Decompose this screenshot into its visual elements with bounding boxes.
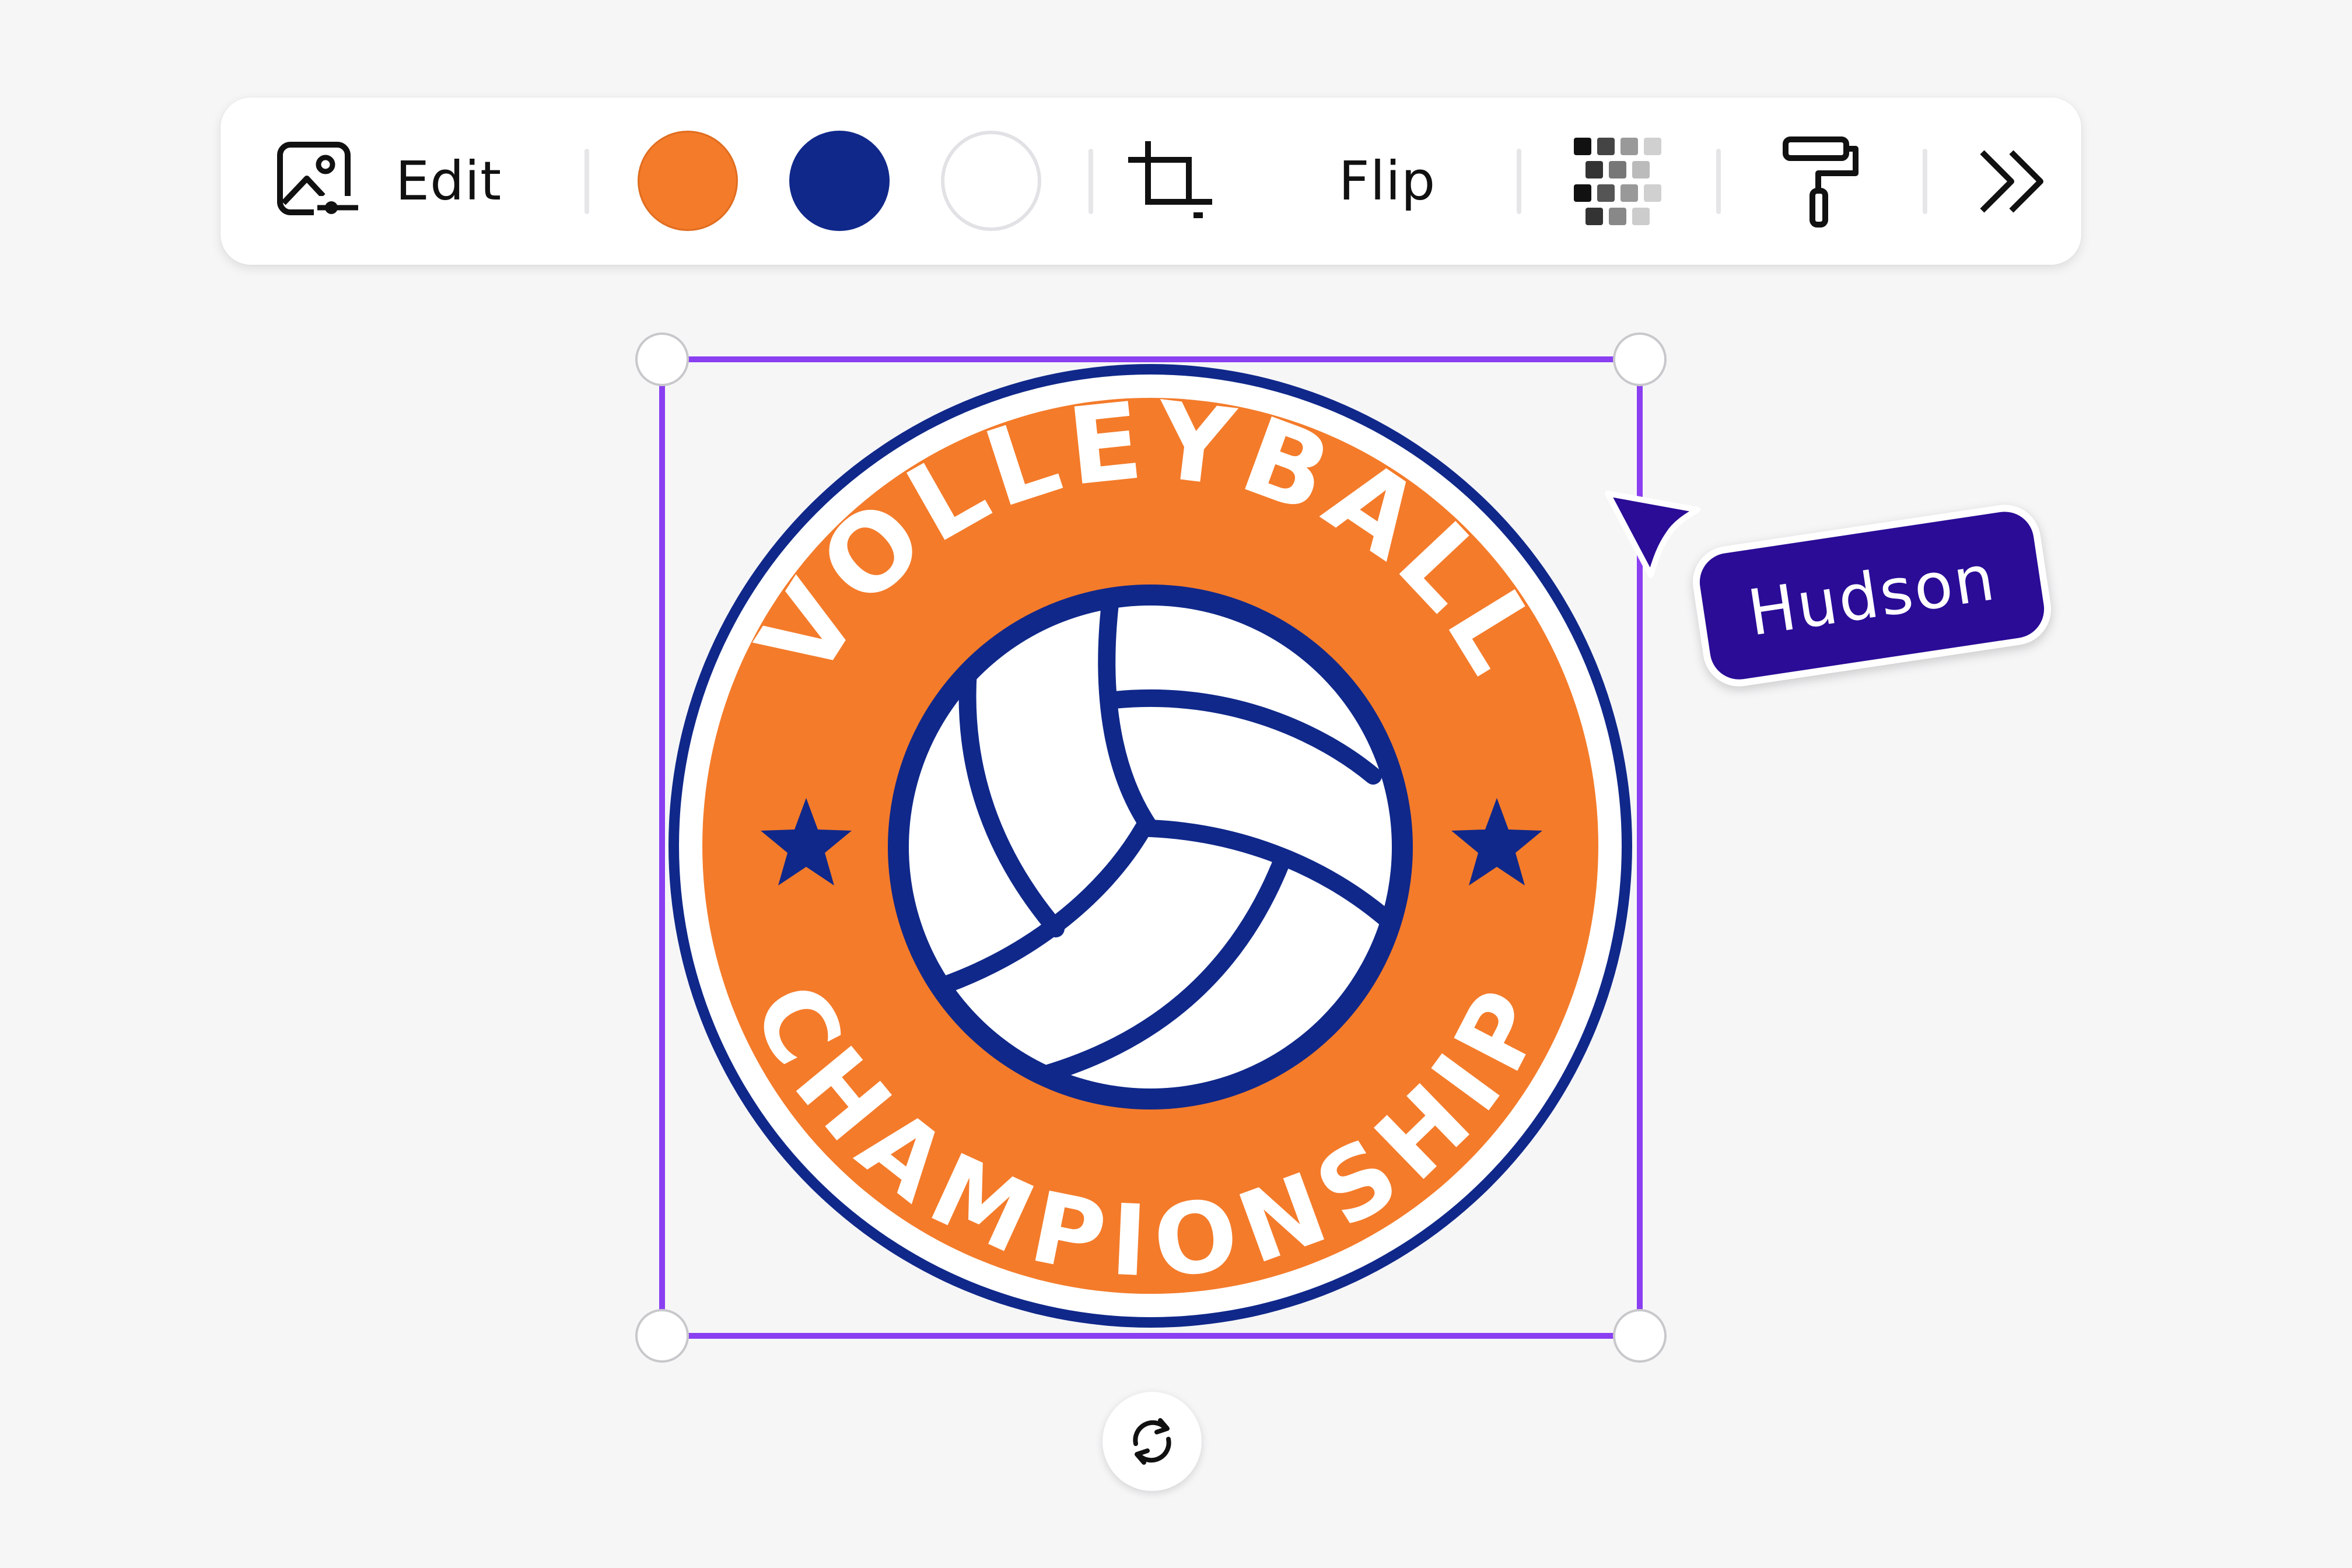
collaborator-cursor-icon [1605, 491, 1700, 578]
volleyball-championship-logo[interactable]: VOLLEYBALL CHAMPIONSHIP [668, 364, 1632, 1328]
design-canvas: VOLLEYBALL CHAMPIONSHIP [635, 332, 1700, 1363]
rotate-icon [1124, 1413, 1180, 1469]
rotate-button[interactable] [1102, 1392, 1202, 1491]
resize-handle-bottom-right[interactable] [1613, 1309, 1667, 1363]
collaborator-name: Hudson [1743, 541, 2001, 650]
volleyball-icon [888, 584, 1413, 1110]
resize-handle-bottom-left[interactable] [635, 1309, 689, 1363]
resize-handle-top-right[interactable] [1613, 332, 1667, 386]
resize-handle-top-left[interactable] [635, 332, 689, 386]
